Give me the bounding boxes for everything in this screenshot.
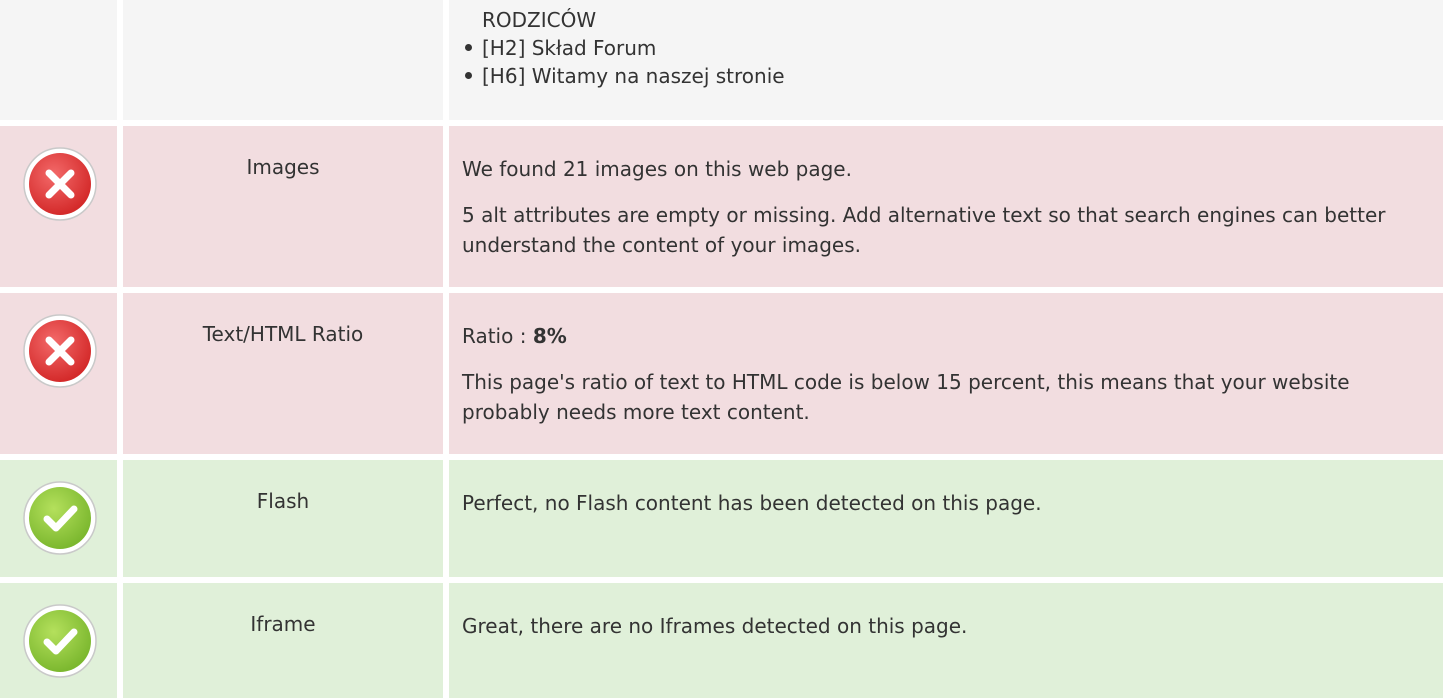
iframe-row: Iframe Great, there are no Iframes detec…: [0, 583, 1443, 698]
list-item: RODZICÓW: [482, 8, 597, 32]
ratio-value: 8%: [532, 324, 567, 348]
flash-result-text: Perfect, no Flash content has been detec…: [462, 491, 1042, 515]
ratio-content-cell: Ratio : 8% This page's ratio of text to …: [449, 293, 1443, 454]
ratio-prefix: Ratio :: [462, 324, 533, 348]
iframe-content-cell: Great, there are no Iframes detected on …: [449, 583, 1443, 698]
headings-label-cell: [123, 0, 443, 120]
ratio-line: Ratio : 8%: [462, 321, 1431, 351]
ratio-status-cell: [0, 293, 117, 454]
ratio-row: Text/HTML Ratio Ratio : 8% This page's r…: [0, 293, 1443, 454]
headings-content-cell: RODZICÓW [H2] Skład Forum [H6] Witamy na…: [449, 0, 1443, 120]
iframe-label-cell: Iframe: [123, 583, 443, 698]
images-row: Images We found 21 images on this web pa…: [0, 126, 1443, 287]
images-label-cell: Images: [123, 126, 443, 287]
flash-content-cell: Perfect, no Flash content has been detec…: [449, 460, 1443, 577]
check-label: Iframe: [250, 612, 316, 636]
iframe-status-cell: [0, 583, 117, 698]
flash-label-cell: Flash: [123, 460, 443, 577]
iframe-result-text: Great, there are no Iframes detected on …: [462, 614, 968, 638]
headings-list: RODZICÓW [H2] Skład Forum [H6] Witamy na…: [462, 6, 785, 90]
ratio-label-cell: Text/HTML Ratio: [123, 293, 443, 454]
list-item: [H6] Witamy na naszej stronie: [462, 62, 785, 90]
flash-status-cell: [0, 460, 117, 577]
headings-row: RODZICÓW [H2] Skład Forum [H6] Witamy na…: [0, 0, 1443, 120]
ratio-explanation: This page's ratio of text to HTML code i…: [462, 370, 1350, 424]
list-item: [H2] Skład Forum: [462, 34, 785, 62]
flash-row: Flash Perfect, no Flash content has been…: [0, 460, 1443, 577]
images-content-cell: We found 21 images on this web page. 5 a…: [449, 126, 1443, 287]
error-icon: [22, 146, 98, 222]
images-status-cell: [0, 126, 117, 287]
check-icon: [22, 480, 98, 556]
images-alt-text: 5 alt attributes are empty or missing. A…: [462, 203, 1386, 257]
headings-icon-cell: [0, 0, 117, 120]
check-label: Flash: [256, 489, 310, 513]
check-label: Images: [246, 155, 320, 179]
check-icon: [22, 603, 98, 679]
error-icon: [22, 313, 98, 389]
check-label: Text/HTML Ratio: [202, 322, 364, 346]
images-count-text: We found 21 images on this web page.: [462, 157, 852, 181]
